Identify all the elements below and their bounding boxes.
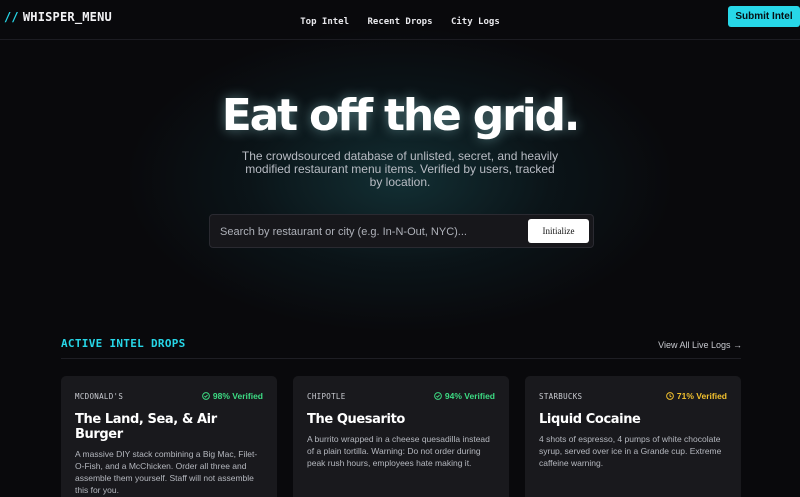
check-circle-icon <box>434 392 442 400</box>
card-title: Liquid Cocaine <box>539 412 641 427</box>
intel-card-chipotle[interactable]: CHIPOTLE 94% Verified The Quesarito A bu… <box>293 376 509 497</box>
verified-badge: 94% Verified <box>434 391 495 401</box>
search-input[interactable] <box>220 223 520 241</box>
card-brand: CHIPOTLE <box>307 391 346 401</box>
card-description: A massive DIY stack combining a Big Mac,… <box>75 449 258 495</box>
initialize-button[interactable]: Initialize <box>528 219 589 243</box>
verified-badge: 98% Verified <box>202 391 263 401</box>
card-description: A burrito wrapped in a cheese quesadilla… <box>307 434 490 468</box>
card-brand: MCDONALD'S <box>75 391 124 401</box>
nav-top-intel[interactable]: Top Intel <box>300 17 349 27</box>
verified-text: 94% Verified <box>444 391 495 401</box>
view-all-logs-link[interactable]: View All Live Logs → <box>658 340 742 350</box>
verified-badge: 71% Verified <box>666 391 727 401</box>
intel-card-mcdonalds[interactable]: MCDONALD'S 98% Verified The Land, Sea, &… <box>61 376 277 497</box>
card-description: 4 shots of espresso, 4 pumps of white ch… <box>539 434 722 468</box>
main-nav: Top Intel Recent Drops City Logs <box>0 11 800 29</box>
intel-card-starbucks[interactable]: STARBUCKS 71% Verified Liquid Cocaine 4 … <box>525 376 741 497</box>
nav-city-logs[interactable]: City Logs <box>451 17 500 27</box>
search-bar: Initialize <box>209 214 594 248</box>
card-title: The Quesarito <box>307 412 405 427</box>
verified-text: 71% Verified <box>676 391 727 401</box>
hero-title: Eat off the grid. <box>221 90 581 141</box>
top-navbar: //WHISPER_MENU Top Intel Recent Drops Ci… <box>0 0 800 40</box>
check-circle-icon <box>202 392 210 400</box>
nav-recent-drops[interactable]: Recent Drops <box>367 17 432 27</box>
verified-text: 98% Verified <box>212 391 263 401</box>
section-title: ACTIVE INTEL DROPS <box>61 337 186 350</box>
hero-subtitle: The crowdsourced database of unlisted, s… <box>241 149 559 189</box>
card-title: The Land, Sea, & Air Burger <box>75 412 217 442</box>
card-brand: STARBUCKS <box>539 391 583 401</box>
clock-icon <box>666 392 674 400</box>
section-divider <box>61 358 741 359</box>
submit-intel-button[interactable]: Submit Intel <box>728 6 800 27</box>
